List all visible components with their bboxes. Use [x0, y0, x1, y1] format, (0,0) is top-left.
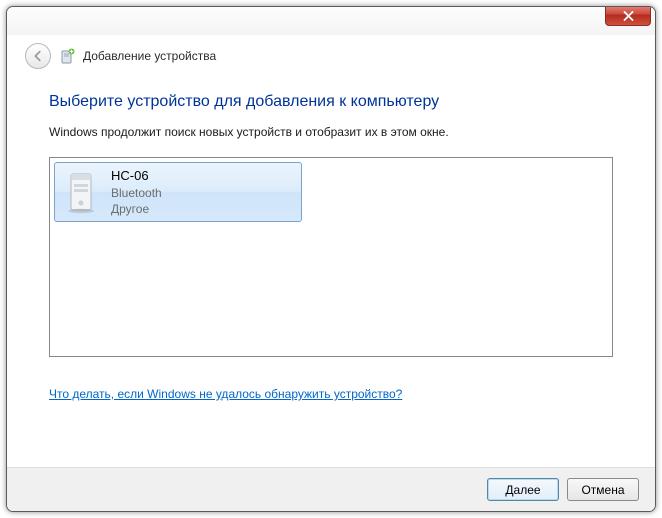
- close-icon: [623, 11, 634, 21]
- page-heading: Выберите устройство для добавления к ком…: [49, 93, 613, 111]
- device-item[interactable]: HC-06 Bluetooth Другое: [54, 162, 302, 222]
- help-link[interactable]: Что делать, если Windows не удалось обна…: [49, 387, 402, 401]
- cancel-button[interactable]: Отмена: [567, 478, 639, 501]
- close-button[interactable]: [605, 6, 651, 26]
- wizard-footer: Далее Отмена: [7, 467, 655, 511]
- add-device-wizard: Добавление устройства Выберите устройств…: [6, 6, 656, 512]
- next-button[interactable]: Далее: [487, 478, 559, 501]
- add-device-icon: [59, 48, 75, 64]
- device-text: HC-06 Bluetooth Другое: [111, 167, 162, 217]
- arrow-left-icon: [31, 49, 45, 63]
- device-category: Другое: [111, 201, 162, 217]
- device-list[interactable]: HC-06 Bluetooth Другое: [49, 157, 613, 357]
- wizard-content: Выберите устройство для добавления к ком…: [7, 93, 655, 401]
- device-type: Bluetooth: [111, 185, 162, 201]
- wizard-header: Добавление устройства: [7, 35, 655, 83]
- wizard-title: Добавление устройства: [83, 49, 216, 63]
- device-name: HC-06: [111, 167, 162, 185]
- page-subtext: Windows продолжит поиск новых устройств …: [49, 125, 613, 139]
- back-button[interactable]: [25, 43, 51, 69]
- titlebar: [7, 7, 655, 35]
- device-tower-icon: [61, 170, 101, 214]
